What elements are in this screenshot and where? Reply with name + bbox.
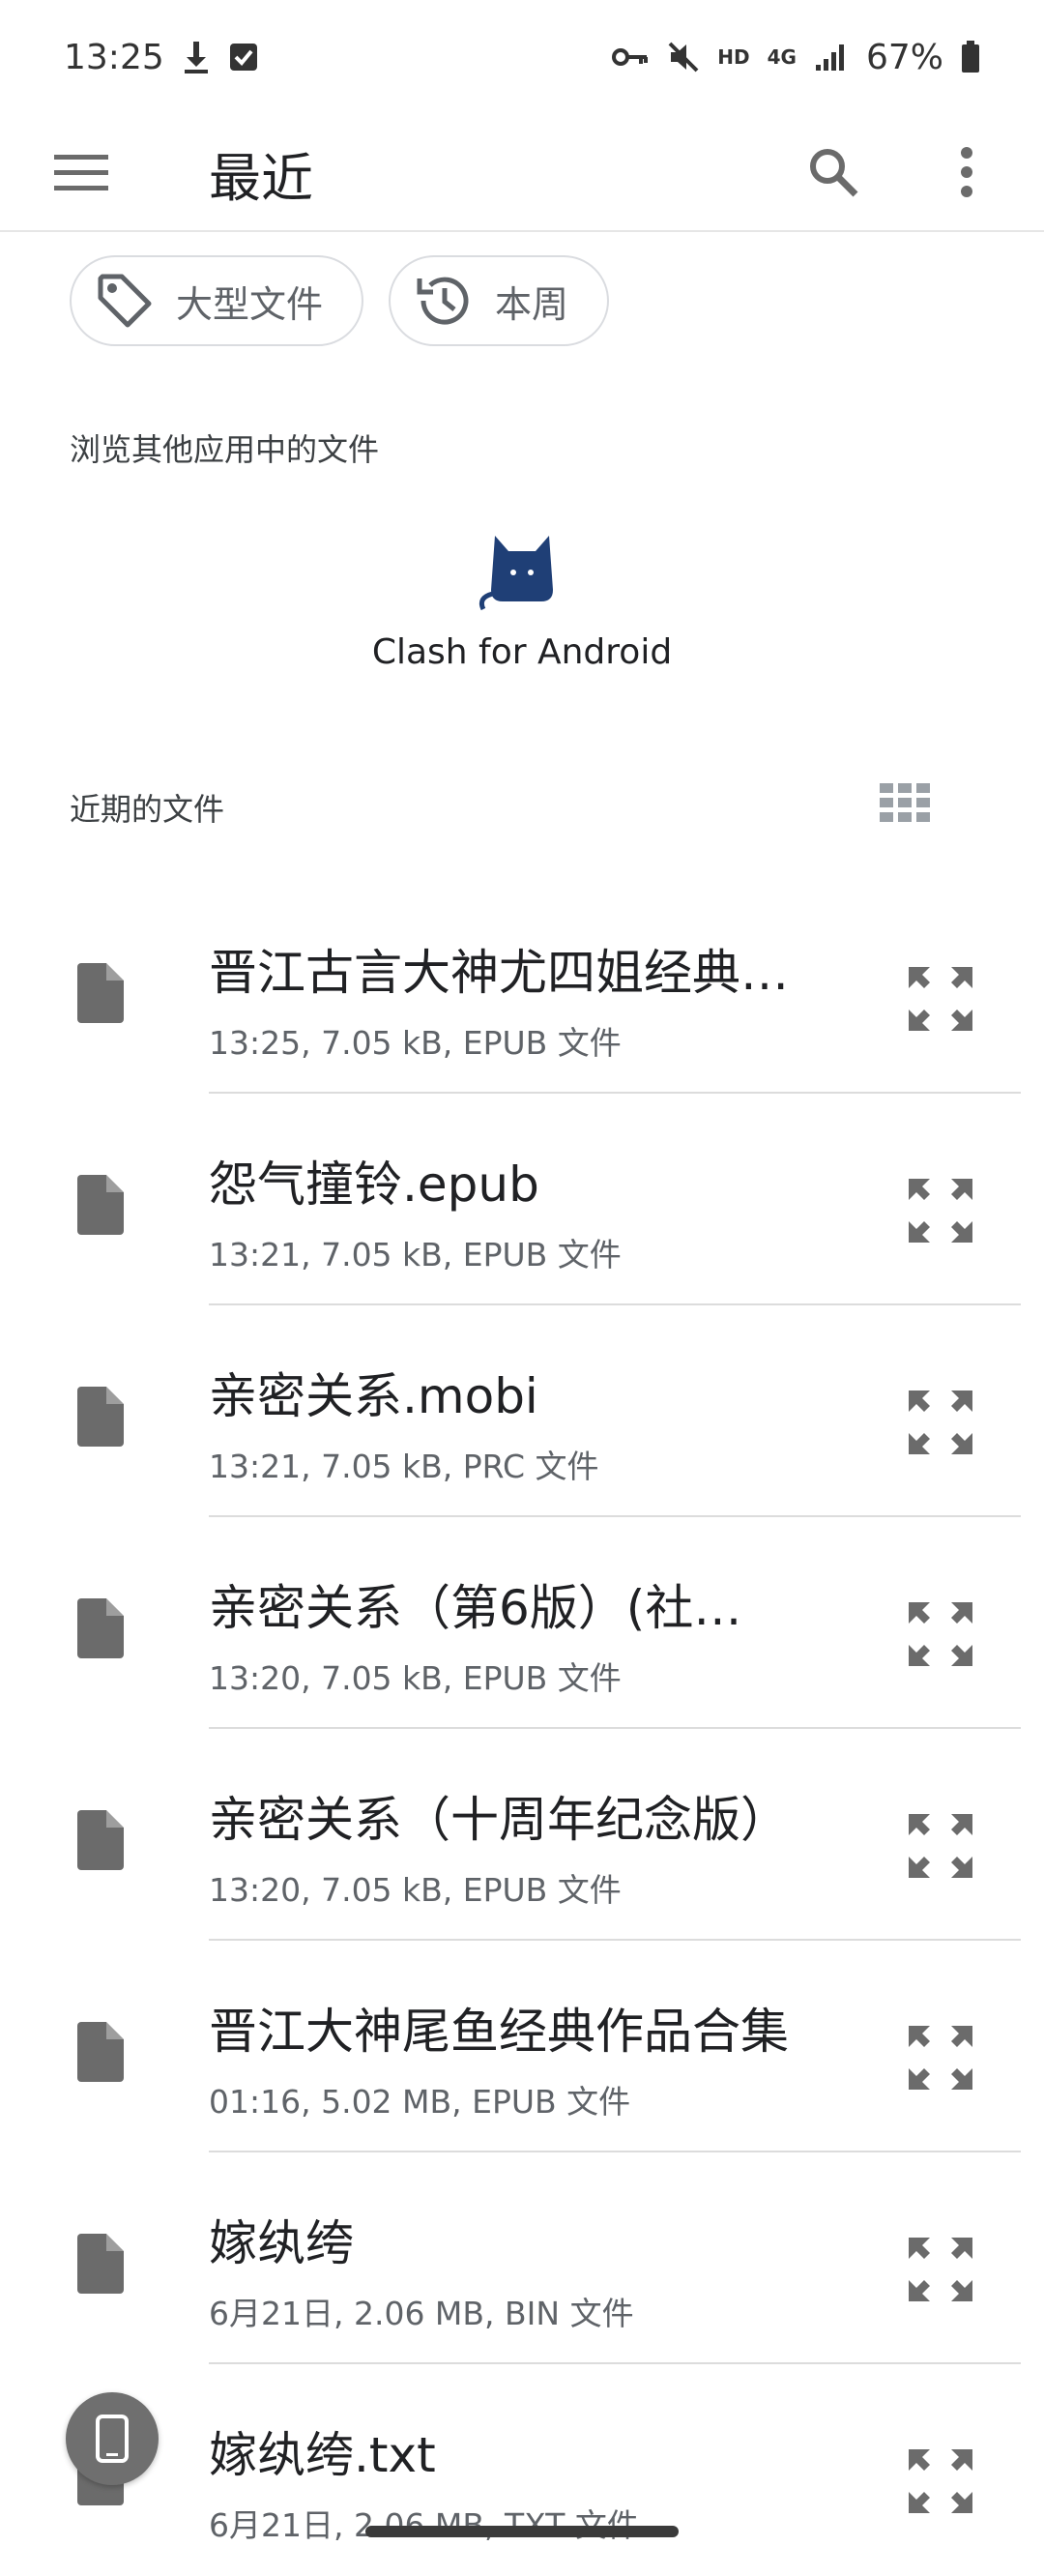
file-name: 嫁纨绔.txt	[209, 2427, 436, 2483]
file-meta: 13:20, 7.05 kB, EPUB 文件	[209, 1659, 622, 1697]
more-vert-icon	[961, 147, 972, 197]
expand-icon	[909, 1814, 972, 1878]
file-name: 晋江大神尾鱼经典作品合集	[209, 2004, 789, 2060]
file-row[interactable]: 嫁纨绔.txt 6月21日, 2.06 MB, TXT 文件	[0, 2364, 1044, 2576]
page-title: 最近	[209, 148, 313, 209]
menu-button[interactable]	[33, 124, 130, 220]
file-meta: 13:25, 7.05 kB, EPUB 文件	[209, 1024, 622, 1062]
search-icon	[810, 149, 858, 197]
chip-this-week[interactable]: 本周	[389, 255, 610, 346]
file-row[interactable]: 亲密关系.mobi 13:21, 7.05 kB, PRC 文件	[0, 1305, 1044, 1517]
file-icon	[77, 2234, 124, 2294]
chip-label: 大型文件	[176, 282, 324, 326]
file-icon	[77, 1810, 124, 1870]
more-options-button[interactable]	[918, 124, 1015, 220]
app-bar: 最近	[0, 114, 1044, 232]
file-name: 亲密关系.mobi	[209, 1368, 538, 1424]
menu-icon	[54, 155, 108, 190]
preview-button[interactable]	[897, 2014, 984, 2101]
history-icon	[417, 277, 469, 325]
file-meta: 13:21, 7.05 kB, PRC 文件	[209, 1448, 599, 1485]
app-shortcut-label: Clash for Android	[371, 632, 673, 672]
tag-icon	[98, 274, 152, 328]
checkbox-icon	[228, 42, 259, 73]
file-icon	[77, 2022, 124, 2082]
preview-button[interactable]	[897, 1802, 984, 1889]
file-name: 嫁纨绔	[209, 2215, 354, 2271]
file-row[interactable]: 怨气撞铃.epub 13:21, 7.05 kB, EPUB 文件	[0, 1094, 1044, 1305]
file-meta: 01:16, 5.02 MB, EPUB 文件	[209, 2083, 631, 2121]
grid-view-icon	[880, 783, 930, 822]
file-icon	[77, 1598, 124, 1658]
file-row[interactable]: 嫁纨绔 6月21日, 2.06 MB, BIN 文件	[0, 2152, 1044, 2364]
expand-icon	[909, 1390, 972, 1454]
expand-icon	[909, 1602, 972, 1666]
recent-file-list: 晋江古言大神尤四姐经典合集 13:25, 7.05 kB, EPUB 文件 怨气…	[0, 882, 1044, 2576]
filter-chips: 大型文件 本周	[70, 255, 610, 346]
file-icon	[77, 1175, 124, 1235]
signal-icon	[814, 42, 849, 73]
status-bar: 13:25 HD 4G 67%	[0, 0, 1044, 114]
file-row[interactable]: 亲密关系（十周年纪念版） 13:20, 7.05 kB, EPUB 文件	[0, 1729, 1044, 1941]
browse-apps-heading: 浏览其他应用中的文件	[70, 431, 380, 468]
status-time: 13:25	[64, 37, 164, 77]
file-meta: 13:21, 7.05 kB, EPUB 文件	[209, 1236, 622, 1273]
app-shortcut-clash[interactable]: Clash for Android	[367, 522, 677, 672]
file-meta: 6月21日, 2.06 MB, TXT 文件	[209, 2506, 639, 2544]
file-name: 怨气撞铃.epub	[209, 1156, 539, 1213]
floating-phone-button[interactable]	[66, 2392, 159, 2485]
chip-large-files[interactable]: 大型文件	[70, 255, 364, 346]
recent-files-heading: 近期的文件	[70, 791, 225, 828]
preview-button[interactable]	[897, 1379, 984, 1466]
chip-label: 本周	[495, 282, 569, 326]
preview-button[interactable]	[897, 1167, 984, 1254]
file-row[interactable]: 亲密关系（第6版）(社会心理学 13:20, 7.05 kB, EPUB 文件	[0, 1517, 1044, 1729]
file-icon	[77, 1387, 124, 1447]
expand-icon	[909, 1179, 972, 1243]
preview-button[interactable]	[897, 955, 984, 1042]
clash-cat-icon	[478, 536, 553, 611]
download-icon	[182, 40, 211, 74]
file-meta: 13:20, 7.05 kB, EPUB 文件	[209, 1871, 622, 1909]
network-indicator: 4G	[767, 45, 797, 69]
battery-icon	[961, 41, 980, 73]
expand-icon	[909, 967, 972, 1031]
file-name: 晋江古言大神尤四姐经典合集	[209, 945, 789, 1001]
expand-icon	[909, 2238, 972, 2301]
mute-icon	[667, 41, 700, 73]
preview-button[interactable]	[897, 1591, 984, 1678]
battery-percent: 67%	[865, 37, 943, 77]
status-left: 13:25	[64, 38, 259, 77]
file-row[interactable]: 晋江大神尾鱼经典作品合集 01:16, 5.02 MB, EPUB 文件	[0, 1941, 1044, 2152]
file-name: 亲密关系（第6版）(社会心理学	[209, 1580, 789, 1636]
expand-icon	[909, 2449, 972, 2513]
search-button[interactable]	[785, 124, 882, 220]
file-name: 亲密关系（十周年纪念版）	[209, 1792, 789, 1848]
preview-button[interactable]	[897, 2226, 984, 2313]
file-icon	[77, 963, 124, 1023]
file-row[interactable]: 晋江古言大神尤四姐经典合集 13:25, 7.05 kB, EPUB 文件	[0, 882, 1044, 1094]
expand-icon	[909, 2026, 972, 2090]
phone-icon	[96, 2415, 129, 2463]
file-meta: 6月21日, 2.06 MB, BIN 文件	[209, 2295, 634, 2332]
vpn-key-icon	[611, 44, 650, 70]
hd-indicator: HD	[717, 45, 750, 69]
gesture-navigation-bar[interactable]	[365, 2526, 679, 2537]
preview-button[interactable]	[897, 2438, 984, 2525]
status-right: HD 4G 67%	[611, 38, 980, 77]
grid-view-button[interactable]	[866, 764, 943, 841]
